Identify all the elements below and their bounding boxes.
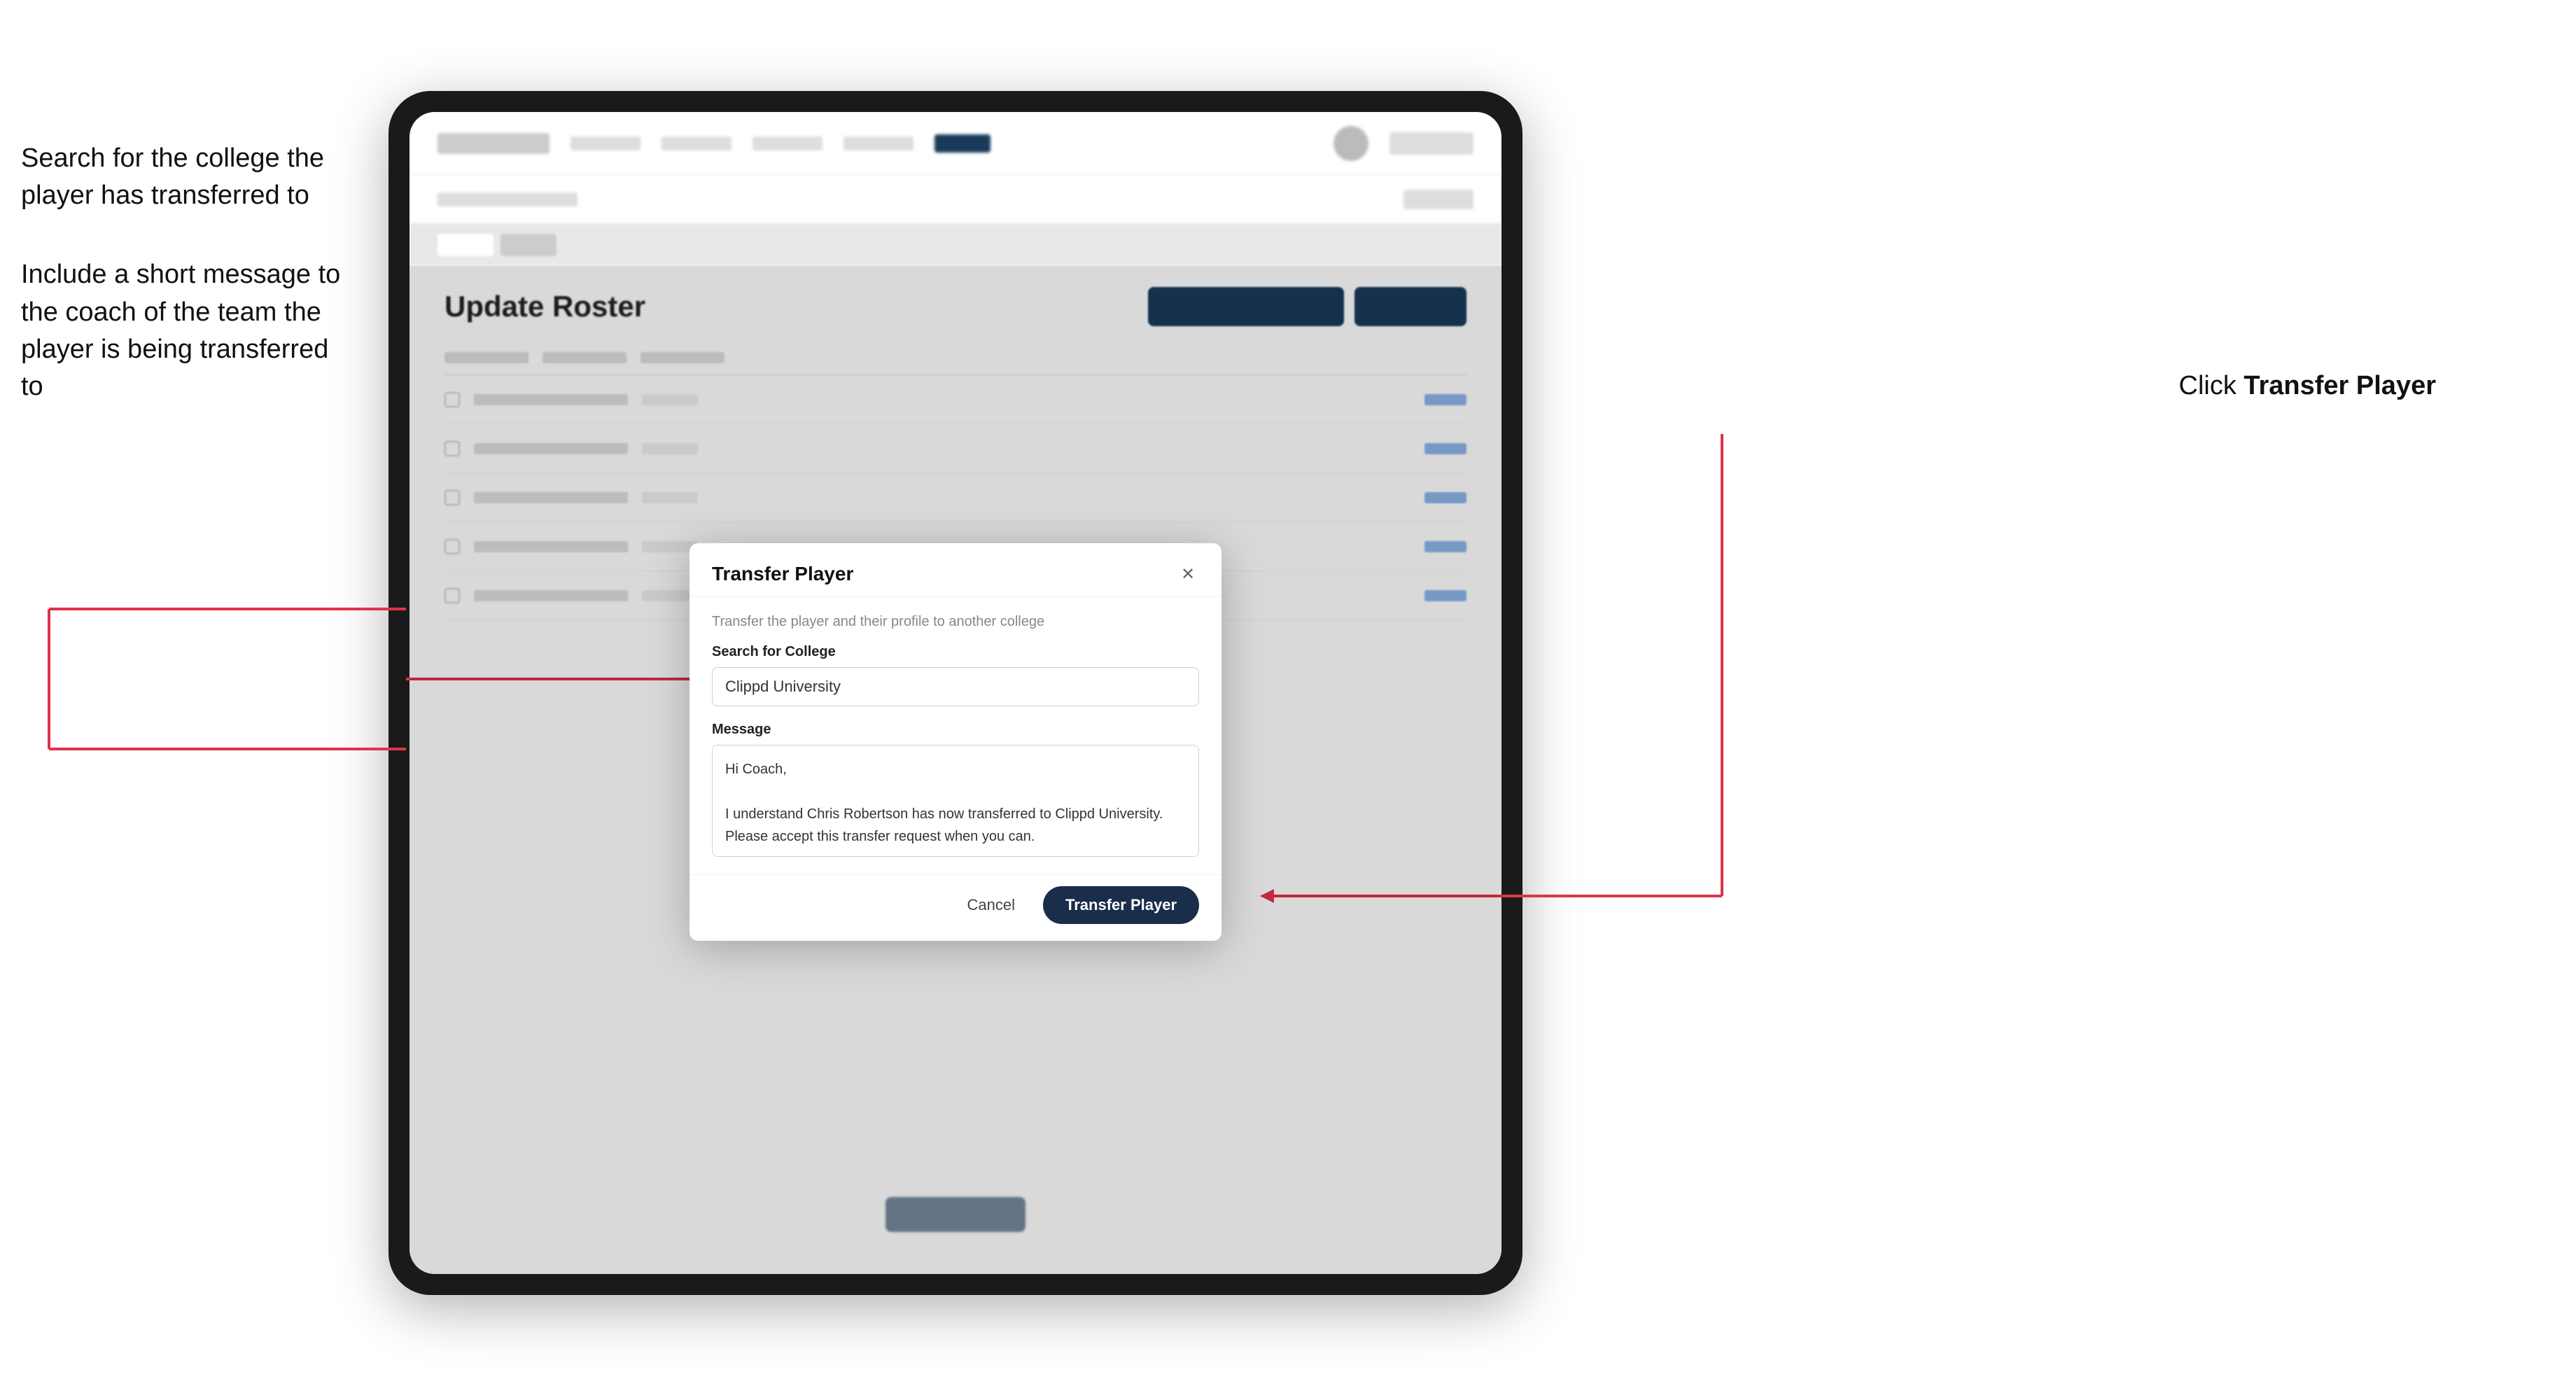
annotation-right: Click Transfer Player — [2179, 371, 2437, 401]
annotation-message-text: Include a short message to the coach of … — [21, 256, 357, 405]
modal-footer: Cancel Transfer Player — [690, 874, 1222, 941]
nav-item-active — [934, 134, 990, 153]
nav-item-3 — [752, 136, 822, 150]
tab-item-active — [438, 234, 493, 256]
ipad-screen: Update Roster — [410, 112, 1502, 1274]
nav-item-1 — [570, 136, 640, 150]
transfer-player-modal: Transfer Player ✕ Transfer the player an… — [690, 543, 1222, 941]
transfer-player-button[interactable]: Transfer Player — [1043, 886, 1199, 924]
nav-bar — [410, 112, 1502, 175]
modal-body: Transfer the player and their profile to… — [690, 597, 1222, 874]
tab-bar — [410, 224, 1502, 266]
nav-avatar — [1334, 126, 1368, 161]
nav-btn — [1390, 132, 1474, 155]
cancel-button[interactable]: Cancel — [953, 889, 1029, 921]
message-textarea[interactable]: Hi Coach, I understand Chris Robertson h… — [712, 745, 1199, 857]
ipad-device: Update Roster — [388, 91, 1522, 1295]
modal-header: Transfer Player ✕ — [690, 543, 1222, 597]
annotation-left: Search for the college the player has tr… — [21, 140, 357, 447]
modal-title: Transfer Player — [712, 563, 853, 585]
college-label: Search for College — [712, 644, 1199, 660]
sub-header-text-1 — [438, 192, 578, 206]
message-label: Message — [712, 722, 1199, 738]
nav-logo — [438, 133, 550, 154]
college-search-input[interactable] — [712, 667, 1199, 706]
modal-subtitle: Transfer the player and their profile to… — [712, 614, 1199, 630]
annotation-transfer-label: Transfer Player — [2244, 371, 2436, 400]
tab-item-1 — [500, 234, 556, 256]
close-icon[interactable]: ✕ — [1177, 563, 1199, 585]
sub-header-btn — [1404, 190, 1474, 209]
nav-item-4 — [844, 136, 913, 150]
annotation-search-text: Search for the college the player has tr… — [21, 140, 357, 214]
app-content: Update Roster — [410, 112, 1502, 1274]
main-content: Update Roster — [410, 266, 1502, 1274]
nav-item-2 — [662, 136, 732, 150]
sub-header — [410, 175, 1502, 224]
modal-overlay: Transfer Player ✕ Transfer the player an… — [410, 266, 1502, 1274]
